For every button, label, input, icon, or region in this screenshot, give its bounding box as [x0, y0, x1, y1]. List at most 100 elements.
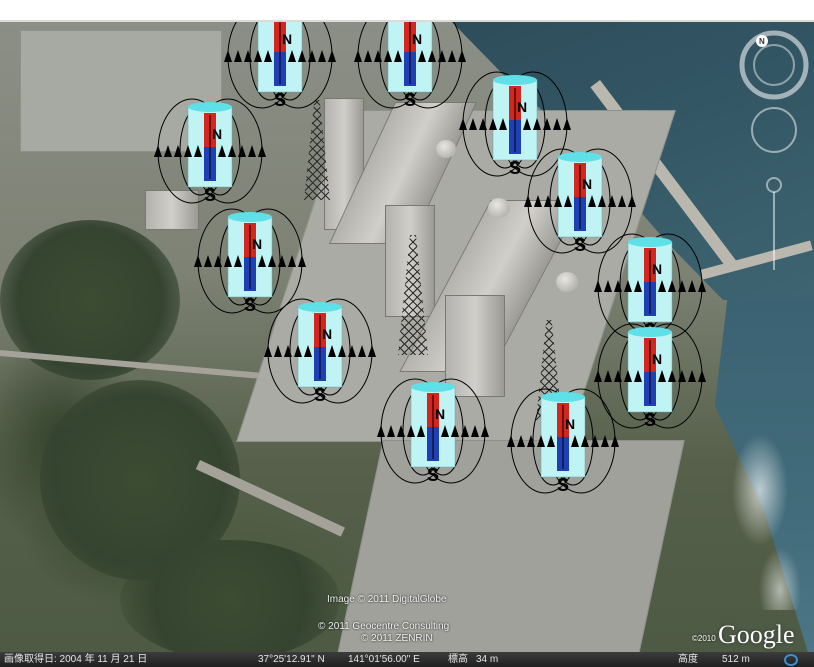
- magnet-icon: NS: [354, 20, 466, 110]
- field-arrow-icon: [308, 50, 316, 62]
- field-arrow-icon: [601, 435, 609, 447]
- google-logo: Google: [718, 620, 795, 649]
- magnet-north-label: N: [322, 326, 332, 342]
- field-arrow-icon: [458, 50, 466, 62]
- magnet-north-label: N: [565, 416, 575, 432]
- field-arrow-icon: [448, 50, 456, 62]
- capture-date: 画像取得日: 2004 年 11 月 21 日: [4, 654, 148, 665]
- field-arrow-icon: [397, 425, 405, 437]
- field-arrow-icon: [244, 50, 252, 62]
- map-viewport[interactable]: NSNSNSNSNSNSNSNSNSNSNS Image © 2011 Digi…: [0, 20, 814, 652]
- altitude-label: 高度: [678, 654, 698, 665]
- storage-tank: [488, 198, 510, 218]
- magnet-south-label: S: [404, 90, 416, 110]
- field-arrow-icon: [563, 118, 571, 130]
- field-arrow-icon: [238, 145, 246, 157]
- field-arrow-icon: [543, 118, 551, 130]
- magnet-south-label: S: [274, 90, 286, 110]
- field-arrow-icon: [204, 255, 212, 267]
- field-arrow-icon: [688, 280, 696, 292]
- field-arrow-icon: [288, 255, 296, 267]
- magnet-north-label: N: [435, 406, 445, 422]
- magnet-icon: NS: [154, 98, 266, 205]
- magnet-icon: NS: [377, 378, 489, 485]
- magnet-north-label: N: [582, 176, 592, 192]
- field-arrow-icon: [688, 370, 696, 382]
- magnet-south-label: S: [314, 385, 326, 405]
- field-arrow-icon: [698, 370, 706, 382]
- field-arrow-icon: [194, 255, 202, 267]
- magnet-south-label: S: [557, 475, 569, 495]
- field-arrow-icon: [527, 435, 535, 447]
- magnet-icon: NS: [264, 298, 376, 405]
- storage-tank: [556, 272, 578, 292]
- latitude-readout: 37°25'12.91" N: [258, 654, 325, 665]
- elevation-value: 34 m: [476, 654, 499, 665]
- field-arrow-icon: [234, 50, 242, 62]
- altitude-value: 512 m: [722, 654, 750, 665]
- magnet-north-label: N: [212, 126, 222, 142]
- field-arrow-icon: [471, 425, 479, 437]
- field-arrow-icon: [224, 50, 232, 62]
- field-arrow-icon: [534, 195, 542, 207]
- field-arrow-icon: [278, 255, 286, 267]
- field-arrow-icon: [611, 435, 619, 447]
- field-arrow-icon: [368, 345, 376, 357]
- magnet-north-label: N: [652, 351, 662, 367]
- field-arrow-icon: [678, 370, 686, 382]
- field-arrow-icon: [481, 425, 489, 437]
- zenrin-credit: © 2011 ZENRIN: [361, 633, 433, 644]
- magnet-south-label: S: [427, 465, 439, 485]
- field-arrow-icon: [594, 370, 602, 382]
- field-arrow-icon: [154, 145, 162, 157]
- magnet-north-label: N: [517, 99, 527, 115]
- compass-ring-icon[interactable]: N: [739, 30, 809, 100]
- field-arrow-icon: [318, 50, 326, 62]
- field-arrow-icon: [354, 50, 362, 62]
- look-joystick-icon[interactable]: [749, 105, 799, 155]
- field-arrow-icon: [698, 280, 706, 292]
- field-arrow-icon: [438, 50, 446, 62]
- magnet-north-label: N: [652, 261, 662, 277]
- imagery-credit: Image © 2011 DigitalGlobe: [327, 594, 447, 605]
- magnet-south-label: S: [644, 410, 656, 430]
- field-arrow-icon: [479, 118, 487, 130]
- field-arrow-icon: [628, 195, 636, 207]
- zoom-slider-icon[interactable]: [764, 155, 784, 275]
- field-arrow-icon: [461, 425, 469, 437]
- field-arrow-icon: [594, 280, 602, 292]
- field-arrow-icon: [284, 345, 292, 357]
- forest-patch: [120, 540, 340, 652]
- field-arrow-icon: [604, 280, 612, 292]
- storage-tank: [436, 140, 456, 158]
- magnet-south-label: S: [204, 185, 216, 205]
- field-arrow-icon: [614, 370, 622, 382]
- field-arrow-icon: [164, 145, 172, 157]
- field-arrow-icon: [274, 345, 282, 357]
- field-arrow-icon: [377, 425, 385, 437]
- status-bar: 画像取得日: 2004 年 11 月 21 日 37°25'12.91" N 1…: [0, 652, 814, 667]
- field-arrow-icon: [374, 50, 382, 62]
- field-arrow-icon: [364, 50, 372, 62]
- field-arrow-icon: [524, 195, 532, 207]
- magnet-icon: NS: [507, 388, 619, 495]
- field-arrow-icon: [298, 255, 306, 267]
- field-arrow-icon: [507, 435, 515, 447]
- field-arrow-icon: [469, 118, 477, 130]
- field-arrow-icon: [553, 118, 561, 130]
- field-arrow-icon: [258, 145, 266, 157]
- field-arrow-icon: [264, 345, 272, 357]
- magnet-north-label: N: [282, 31, 292, 47]
- field-arrow-icon: [459, 118, 467, 130]
- field-arrow-icon: [348, 345, 356, 357]
- field-arrow-icon: [544, 195, 552, 207]
- field-arrow-icon: [328, 50, 336, 62]
- elevation-label: 標高: [448, 654, 468, 665]
- longitude-readout: 141°01'56.00" E: [348, 654, 420, 665]
- field-arrow-icon: [517, 435, 525, 447]
- magnet-south-label: S: [574, 235, 586, 255]
- magnet-north-label: N: [412, 31, 422, 47]
- field-arrow-icon: [604, 370, 612, 382]
- magnet-north-label: N: [252, 236, 262, 252]
- magnet-south-label: S: [244, 295, 256, 315]
